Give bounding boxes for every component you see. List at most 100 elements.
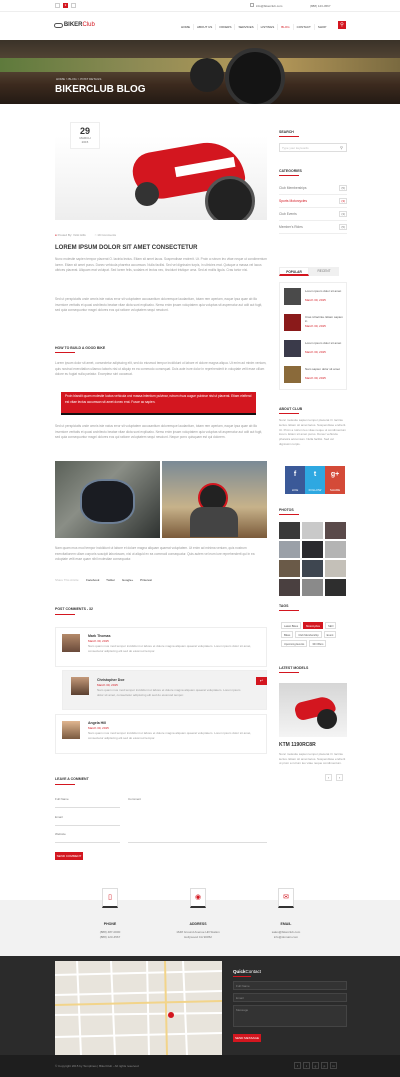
top-email[interactable]: info@bikerclub.com — [256, 4, 282, 8]
share-google[interactable]: Google+ — [122, 578, 133, 582]
tag[interactable]: Latest Bikes — [281, 622, 302, 629]
logo[interactable]: BIKERClub — [54, 22, 95, 30]
post-comment-count[interactable]: 19 Comments — [97, 233, 116, 237]
post-thumbnail — [284, 288, 301, 305]
email-field[interactable] — [55, 821, 120, 826]
post-author[interactable]: Posted By: Vicki Hills — [58, 233, 86, 237]
tag[interactable]: 3D Offers — [309, 640, 327, 647]
nav-item-services[interactable]: SERVICES — [234, 24, 256, 30]
about-club-title: ABOUT CLUB — [279, 407, 303, 411]
gallery-thumbnail[interactable] — [325, 522, 346, 539]
share-facebook[interactable]: Facebook — [86, 578, 99, 582]
gallery-thumbnail[interactable] — [325, 560, 346, 577]
gallery-thumbnail[interactable] — [302, 579, 323, 596]
category-count: (3) — [339, 198, 347, 204]
nav-item-listings[interactable]: LISTINGS — [256, 24, 278, 30]
tag[interactable]: SEO — [324, 622, 337, 629]
tag[interactable]: Club Membership — [295, 631, 322, 638]
category-item[interactable]: Club Memberships (5) — [279, 182, 347, 195]
latest-model-image — [279, 683, 347, 737]
avatar — [62, 721, 80, 739]
breadcrumb-blog[interactable]: BLOG — [68, 77, 76, 81]
gallery-thumbnail[interactable] — [279, 579, 300, 596]
facebook-button[interactable]: f LIKE — [285, 466, 305, 494]
latest-models-title: LATEST MODELS — [279, 666, 309, 670]
comments-heading: POST COMMENTS - 32 — [55, 607, 93, 611]
gallery-thumbnail[interactable] — [325, 579, 346, 596]
gallery-thumbnail[interactable] — [302, 522, 323, 539]
category-item[interactable]: Club Events (3) — [279, 208, 347, 221]
sidebar-post-date: March 30, 2015 — [305, 376, 326, 380]
sidebar-tab-recent[interactable]: RECENT — [309, 267, 339, 276]
nav-item-blog[interactable]: BLOG — [277, 24, 292, 30]
send-comment-button[interactable]: SEND COMMENT — [55, 852, 83, 860]
post-thumbnail — [284, 314, 301, 331]
bike-wheel — [190, 58, 224, 92]
sidebar-post[interactable]: Lorem ipsum dolor sit amet March 30, 2015 — [284, 288, 344, 310]
website-field[interactable] — [55, 838, 120, 843]
reply-button[interactable]: ↵ — [256, 677, 267, 685]
category-item[interactable]: Sports Motorcycles (3) — [279, 195, 347, 208]
tag[interactable]: Bikes — [281, 631, 294, 638]
street-map — [55, 961, 222, 1055]
comment-field[interactable] — [128, 803, 267, 843]
social-icon[interactable] — [71, 3, 76, 8]
sidebar-post[interactable]: Lorem ipsum dolor sit amet March 30, 2015 — [284, 340, 344, 362]
nav-item-offers[interactable]: OFFERS — [215, 24, 234, 30]
gallery-thumbnail[interactable] — [302, 541, 323, 558]
contact-title: PHONE — [103, 922, 117, 926]
quick-email-field[interactable] — [233, 993, 347, 1002]
full-name-field[interactable] — [55, 803, 120, 808]
photos-title: PHOTOS — [279, 508, 294, 512]
contact-line: (888) 123-4567 — [99, 935, 121, 939]
linkedin-icon[interactable]: in — [330, 1062, 337, 1069]
breadcrumb-home[interactable]: HOME — [56, 77, 65, 81]
sidebar-post[interactable]: Nam sapien dolor sit amet March 30, 2015 — [284, 366, 344, 388]
tag[interactable]: Event — [323, 631, 337, 638]
post-day: 29 — [79, 126, 90, 136]
gallery-thumbnail[interactable] — [279, 522, 300, 539]
post-paragraph: Nam quam mus mod tempor incididunt ut la… — [55, 546, 255, 562]
sidebar-post-title: Nam sapien dolor sit amet — [305, 367, 340, 371]
contact-title: EMAIL — [280, 922, 292, 926]
pinterest-icon[interactable]: p — [321, 1062, 328, 1069]
send-message-button[interactable]: SEND MESSAGE — [233, 1034, 261, 1042]
comment-author: Mark Thomas — [88, 634, 111, 638]
tag[interactable]: Upcoming Events — [281, 640, 308, 647]
social-icon[interactable] — [55, 3, 60, 8]
gallery-thumbnail[interactable] — [302, 560, 323, 577]
nav-item-about-us[interactable]: ABOUT US — [193, 24, 215, 30]
comment-text: Nam quam mus mod tempor incididunt ut la… — [88, 644, 252, 653]
quick-name-field[interactable] — [233, 981, 347, 990]
cart-counter[interactable]: 3 — [63, 3, 68, 8]
category-item[interactable]: Member's Rides (5) — [279, 221, 347, 234]
twitter-icon[interactable]: t — [303, 1062, 310, 1069]
google-icon[interactable]: g — [312, 1062, 319, 1069]
gallery-thumbnail[interactable] — [279, 560, 300, 577]
sidebar-post[interactable]: Cras id lacinia. Etiam sapien in March 30… — [284, 314, 344, 336]
carousel-prev-button[interactable]: ‹ — [325, 774, 332, 781]
search-icon[interactable]: ⚲ — [338, 21, 346, 29]
carousel-next-button[interactable]: › — [336, 774, 343, 781]
facebook-icon[interactable]: f — [294, 1062, 301, 1069]
share-pinterest[interactable]: Pinterest — [140, 578, 152, 582]
motorcycle-wheel — [135, 182, 159, 206]
tag[interactable]: Motorcycles — [303, 622, 323, 629]
category-label: Club Events — [279, 212, 297, 216]
sidebar-tab-popular[interactable]: POPULAR — [279, 267, 309, 276]
quick-message-field[interactable] — [233, 1005, 347, 1027]
nav-item-contact[interactable]: CONTACT — [292, 24, 314, 30]
gallery-thumbnail[interactable] — [279, 541, 300, 558]
post-date-box: 29 MARCH 2015 — [70, 122, 100, 149]
nav-item-shop[interactable]: SHOP — [313, 24, 330, 30]
email-icon: ✉ — [278, 888, 294, 908]
gallery-thumbnail[interactable] — [325, 541, 346, 558]
logo-text-a: BIKER — [63, 22, 83, 28]
nav-item-home[interactable]: HOME — [178, 24, 193, 30]
contact-line: info@domain.com — [273, 935, 299, 939]
google-plus-button[interactable]: g+ SHARE — [325, 466, 345, 494]
comment-text: Nam quam mus mod tempor incididunt ut la… — [97, 688, 241, 697]
search-icon[interactable]: ⚲ — [340, 145, 343, 150]
twitter-button[interactable]: t FOLLOW — [305, 466, 325, 494]
share-twitter[interactable]: Twitter — [106, 578, 115, 582]
